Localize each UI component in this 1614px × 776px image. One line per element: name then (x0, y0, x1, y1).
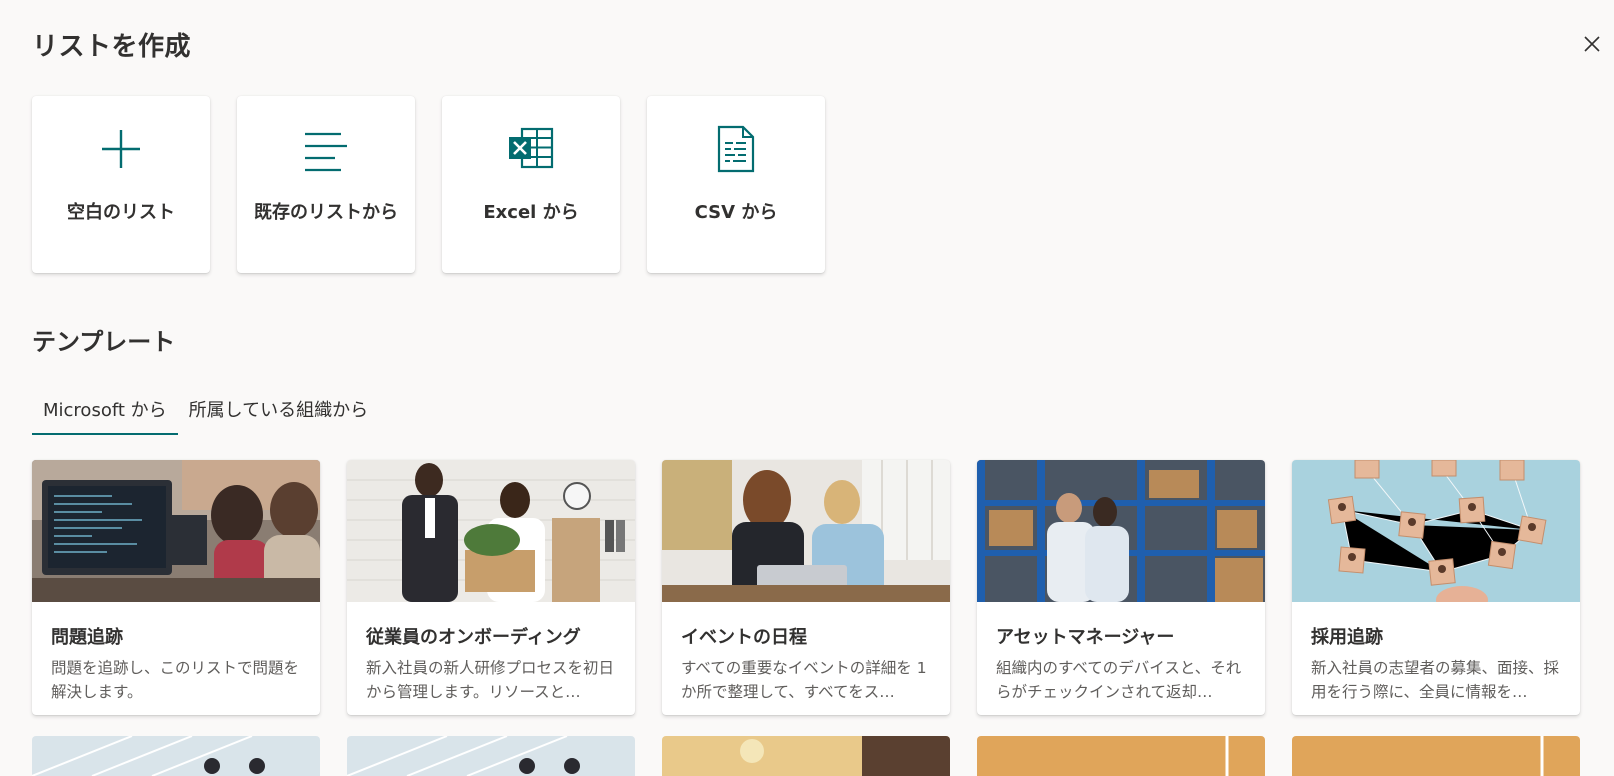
close-icon[interactable] (1580, 32, 1604, 56)
template-title: アセットマネージャー (996, 627, 1175, 648)
template-card-issue-tracker[interactable]: 問題追跡 問題を追跡し、このリストで問題を解決します。 (32, 460, 320, 715)
plus-icon (96, 124, 146, 174)
from-csv-button[interactable]: CSV から (647, 96, 825, 273)
template-title: 問題追跡 (51, 627, 123, 648)
template-card-asset-manager[interactable]: アセットマネージャー 組織内のすべてのデバイスと、それらがチェックインされて返却… (977, 460, 1265, 715)
template-gallery: 問題追跡 問題を追跡し、このリストで問題を解決します。 従業員のオンボーディング… (32, 460, 1580, 715)
template-card-partial[interactable] (347, 736, 635, 776)
page-title: リストを作成 (32, 32, 192, 62)
template-description: 新入社員の志望者の募集、面接、採用を行う際に、全員に情報を… (1311, 659, 1560, 701)
tab-microsoft[interactable]: Microsoft から (32, 390, 178, 435)
from-existing-list-button[interactable]: 既存のリストから (237, 96, 415, 273)
template-gallery-row-2 (32, 736, 1580, 776)
template-card-partial[interactable] (32, 736, 320, 776)
csv-file-icon (711, 124, 761, 174)
template-card-event-itinerary[interactable]: イベントの日程 すべての重要なイベントの詳細を 1 か所で整理して、すべてをス… (662, 460, 950, 715)
template-card-partial[interactable] (1292, 736, 1580, 776)
from-existing-list-label: 既存のリストから (254, 202, 398, 223)
from-excel-button[interactable]: Excel から (442, 96, 620, 273)
from-excel-label: Excel から (483, 202, 579, 223)
template-card-partial[interactable] (662, 736, 950, 776)
create-options: 空白のリスト 既存のリストから Excel から CSV から (32, 96, 825, 273)
blank-list-label: 空白のリスト (67, 202, 175, 223)
employee-onboarding-image (347, 460, 635, 602)
excel-icon (506, 124, 556, 174)
blank-list-button[interactable]: 空白のリスト (32, 96, 210, 273)
list-lines-icon (301, 124, 351, 174)
template-card-partial[interactable] (977, 736, 1265, 776)
tab-organization[interactable]: 所属している組織から (178, 390, 379, 433)
template-description: すべての重要なイベントの詳細を 1 か所で整理して、すべてをス… (681, 659, 927, 701)
template-description: 新入社員の新人研修プロセスを初日から管理します。リソースと… (366, 659, 615, 701)
template-card-employee-onboarding[interactable]: 従業員のオンボーディング 新入社員の新人研修プロセスを初日から管理します。リソー… (347, 460, 635, 715)
recruitment-tracker-image (1292, 460, 1580, 602)
event-itinerary-image (662, 460, 950, 602)
template-description: 組織内のすべてのデバイスと、それらがチェックインされて返却… (996, 659, 1242, 701)
template-title: イベントの日程 (681, 627, 807, 648)
templates-heading: テンプレート (32, 328, 176, 356)
asset-manager-image (977, 460, 1265, 602)
template-tabs: Microsoft から 所属している組織から (32, 390, 379, 435)
template-title: 従業員のオンボーディング (366, 627, 581, 648)
template-description: 問題を追跡し、このリストで問題を解決します。 (51, 659, 300, 701)
from-csv-label: CSV から (694, 202, 778, 223)
issue-tracker-image (32, 460, 320, 602)
template-card-recruitment-tracker[interactable]: 採用追跡 新入社員の志望者の募集、面接、採用を行う際に、全員に情報を… (1292, 460, 1580, 715)
template-title: 採用追跡 (1311, 627, 1383, 648)
